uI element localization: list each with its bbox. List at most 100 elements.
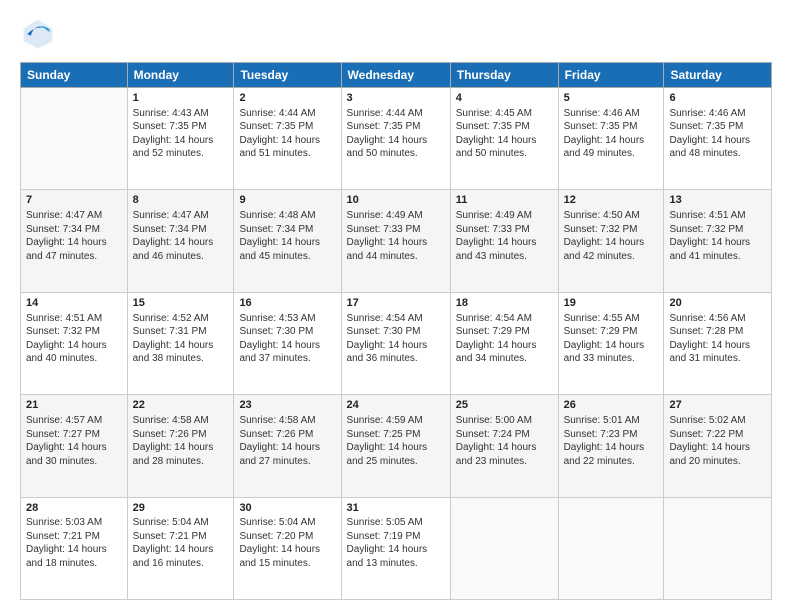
- day-number: 26: [564, 398, 659, 413]
- sunset-text: Sunset: 7:19 PM: [347, 531, 421, 542]
- daylight-text: Daylight: 14 hours and 18 minutes.: [26, 544, 107, 569]
- daylight-text: Daylight: 14 hours and 44 minutes.: [347, 237, 428, 262]
- day-number: 17: [347, 296, 445, 311]
- sunset-text: Sunset: 7:30 PM: [239, 326, 313, 337]
- daylight-text: Daylight: 14 hours and 47 minutes.: [26, 237, 107, 262]
- calendar-cell: 11Sunrise: 4:49 AMSunset: 7:33 PMDayligh…: [450, 190, 558, 292]
- calendar-week-3: 14Sunrise: 4:51 AMSunset: 7:32 PMDayligh…: [21, 292, 772, 394]
- daylight-text: Daylight: 14 hours and 50 minutes.: [347, 135, 428, 160]
- daylight-text: Daylight: 14 hours and 36 minutes.: [347, 340, 428, 365]
- sunset-text: Sunset: 7:29 PM: [564, 326, 638, 337]
- day-number: 25: [456, 398, 553, 413]
- sunrise-text: Sunrise: 5:00 AM: [456, 415, 532, 426]
- sunset-text: Sunset: 7:26 PM: [239, 429, 313, 440]
- sunset-text: Sunset: 7:32 PM: [669, 224, 743, 235]
- sunset-text: Sunset: 7:22 PM: [669, 429, 743, 440]
- calendar-cell: 20 Sunrise: 4:56 AM Sunset: 7:28 PM Dayligh…: [664, 292, 772, 394]
- day-number: 20: [669, 296, 766, 311]
- sunrise-text: Sunrise: 5:04 AM: [239, 517, 315, 528]
- daylight-text: Daylight: 14 hours and 51 minutes.: [239, 135, 320, 160]
- sunrise-text: Sunrise: 4:54 AM: [347, 313, 423, 324]
- daylight-text: Daylight: 14 hours and 52 minutes.: [133, 135, 214, 160]
- sunset-text: Sunset: 7:35 PM: [669, 121, 743, 132]
- daylight-text: Daylight: 14 hours and 20 minutes.: [669, 442, 750, 467]
- daylight-text: Daylight: 14 hours and 46 minutes.: [133, 237, 214, 262]
- weekday-header-friday: Friday: [558, 63, 664, 88]
- day-number: 9: [239, 193, 335, 208]
- weekday-header-tuesday: Tuesday: [234, 63, 341, 88]
- logo: [20, 16, 60, 52]
- weekday-header-monday: Monday: [127, 63, 234, 88]
- sunrise-text: Sunrise: 4:57 AM: [26, 415, 102, 426]
- sunrise-text: Sunrise: 4:56 AM: [669, 313, 745, 324]
- sunset-text: Sunset: 7:27 PM: [26, 429, 100, 440]
- calendar-cell: [664, 497, 772, 599]
- day-number: 28: [26, 501, 122, 516]
- day-number: 2: [239, 91, 335, 106]
- calendar-cell: 31Sunrise: 5:05 AMSunset: 7:19 PMDayligh…: [341, 497, 450, 599]
- day-number: 22: [133, 398, 229, 413]
- calendar-cell: 1Sunrise: 4:43 AMSunset: 7:35 PMDaylight…: [127, 88, 234, 190]
- day-number: 23: [239, 398, 335, 413]
- sunrise-text: Sunrise: 4:54 AM: [456, 313, 532, 324]
- sunrise-text: Sunrise: 5:05 AM: [347, 517, 423, 528]
- calendar-cell: 21Sunrise: 4:57 AMSunset: 7:27 PMDayligh…: [21, 395, 128, 497]
- calendar-cell: 25 Sunrise: 5:00 AM Sunset: 7:24 PM Dayligh…: [450, 395, 558, 497]
- weekday-header-saturday: Saturday: [664, 63, 772, 88]
- sunset-text: Sunset: 7:31 PM: [133, 326, 207, 337]
- daylight-text: Daylight: 14 hours and 16 minutes.: [133, 544, 214, 569]
- sunset-text: Sunset: 7:25 PM: [347, 429, 421, 440]
- sunset-text: Sunset: 7:23 PM: [564, 429, 638, 440]
- sunset-text: Sunset: 7:35 PM: [456, 121, 530, 132]
- sunrise-text: Sunrise: 5:02 AM: [669, 415, 745, 426]
- calendar-cell: 14Sunrise: 4:51 AMSunset: 7:32 PMDayligh…: [21, 292, 128, 394]
- daylight-text: Daylight: 14 hours and 43 minutes.: [456, 237, 537, 262]
- sunset-text: Sunset: 7:28 PM: [669, 326, 743, 337]
- sunset-text: Sunset: 7:24 PM: [456, 429, 530, 440]
- calendar-week-5: 28Sunrise: 5:03 AMSunset: 7:21 PMDayligh…: [21, 497, 772, 599]
- day-number: 3: [347, 91, 445, 106]
- sunset-text: Sunset: 7:35 PM: [239, 121, 313, 132]
- daylight-text: Daylight: 14 hours and 33 minutes.: [564, 340, 645, 365]
- daylight-text: Daylight: 14 hours and 45 minutes.: [239, 237, 320, 262]
- day-number: 29: [133, 501, 229, 516]
- sunrise-text: Sunrise: 5:03 AM: [26, 517, 102, 528]
- daylight-text: Daylight: 14 hours and 15 minutes.: [239, 544, 320, 569]
- daylight-text: Daylight: 14 hours and 50 minutes.: [456, 135, 537, 160]
- sunset-text: Sunset: 7:35 PM: [564, 121, 638, 132]
- sunset-text: Sunset: 7:34 PM: [26, 224, 100, 235]
- sunset-text: Sunset: 7:30 PM: [347, 326, 421, 337]
- calendar-cell: 12Sunrise: 4:50 AMSunset: 7:32 PMDayligh…: [558, 190, 664, 292]
- calendar-cell: 23Sunrise: 4:58 AMSunset: 7:26 PMDayligh…: [234, 395, 341, 497]
- daylight-text: Daylight: 14 hours and 23 minutes.: [456, 442, 537, 467]
- calendar-week-2: 7Sunrise: 4:47 AMSunset: 7:34 PMDaylight…: [21, 190, 772, 292]
- weekday-header-row: SundayMondayTuesdayWednesdayThursdayFrid…: [21, 63, 772, 88]
- sunset-text: Sunset: 7:32 PM: [564, 224, 638, 235]
- day-number: 6: [669, 91, 766, 106]
- sunrise-text: Sunrise: 4:43 AM: [133, 108, 209, 119]
- day-number: 13: [669, 193, 766, 208]
- day-number: 24: [347, 398, 445, 413]
- weekday-header-wednesday: Wednesday: [341, 63, 450, 88]
- sunset-text: Sunset: 7:20 PM: [239, 531, 313, 542]
- calendar-week-1: 1Sunrise: 4:43 AMSunset: 7:35 PMDaylight…: [21, 88, 772, 190]
- calendar-cell: 16Sunrise: 4:53 AMSunset: 7:30 PMDayligh…: [234, 292, 341, 394]
- daylight-text: Daylight: 14 hours and 41 minutes.: [669, 237, 750, 262]
- sunrise-text: Sunrise: 4:46 AM: [669, 108, 745, 119]
- sunrise-text: Sunrise: 4:51 AM: [26, 313, 102, 324]
- daylight-text: Daylight: 14 hours and 37 minutes.: [239, 340, 320, 365]
- sunrise-text: Sunrise: 4:55 AM: [564, 313, 640, 324]
- calendar-cell: 6 Sunrise: 4:46 AM Sunset: 7:35 PM Daylight…: [664, 88, 772, 190]
- day-number: 21: [26, 398, 122, 413]
- calendar-cell: 2Sunrise: 4:44 AMSunset: 7:35 PMDaylight…: [234, 88, 341, 190]
- day-number: 10: [347, 193, 445, 208]
- daylight-text: Daylight: 14 hours and 31 minutes.: [669, 340, 750, 365]
- day-number: 5: [564, 91, 659, 106]
- calendar-cell: 8Sunrise: 4:47 AMSunset: 7:34 PMDaylight…: [127, 190, 234, 292]
- sunrise-text: Sunrise: 4:47 AM: [26, 210, 102, 221]
- calendar-cell: 28Sunrise: 5:03 AMSunset: 7:21 PMDayligh…: [21, 497, 128, 599]
- daylight-text: Daylight: 14 hours and 48 minutes.: [669, 135, 750, 160]
- daylight-text: Daylight: 14 hours and 25 minutes.: [347, 442, 428, 467]
- sunset-text: Sunset: 7:29 PM: [456, 326, 530, 337]
- calendar-cell: [450, 497, 558, 599]
